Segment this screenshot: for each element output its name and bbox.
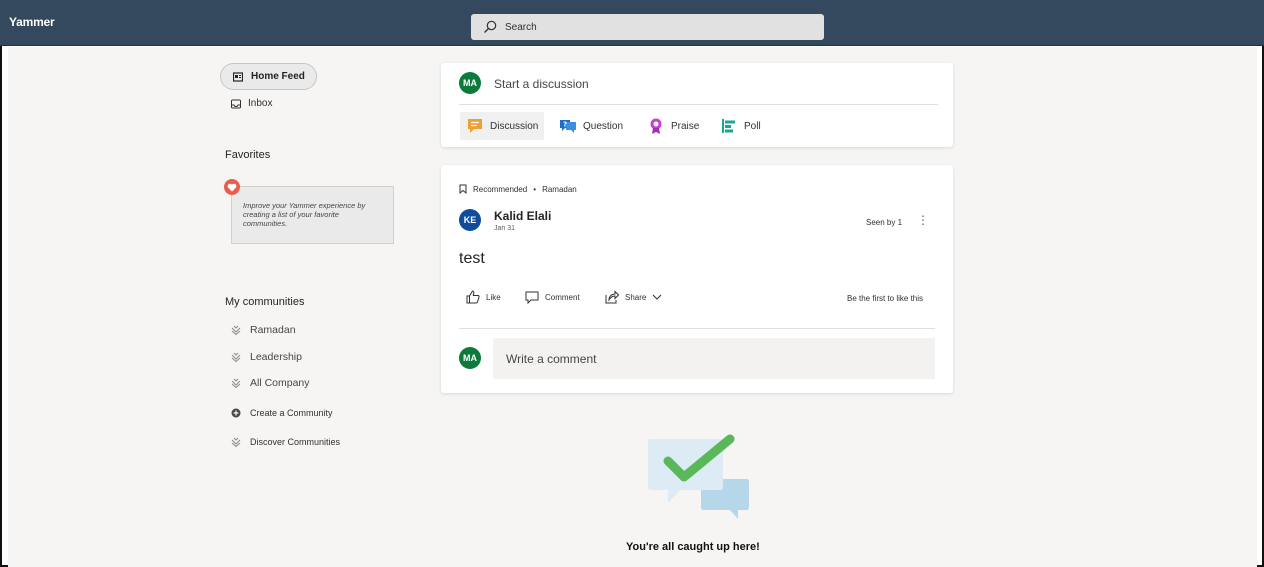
home-feed-label: Home Feed bbox=[251, 71, 305, 82]
poll-label: Poll bbox=[744, 120, 761, 132]
discussion-label: Discussion bbox=[490, 120, 539, 132]
community-icon bbox=[231, 378, 241, 388]
separator-dot: • bbox=[533, 184, 537, 194]
post-body: test bbox=[459, 250, 485, 267]
discover-communities-link[interactable]: Discover Communities bbox=[231, 437, 340, 447]
thumbs-up-icon bbox=[466, 290, 480, 304]
create-community-link[interactable]: Create a Community bbox=[231, 408, 333, 418]
community-icon bbox=[231, 325, 241, 335]
discover-communities-label: Discover Communities bbox=[250, 437, 341, 447]
community-item-leadership[interactable]: Leadership bbox=[231, 351, 302, 363]
post-meta: Recommended • Ramadan bbox=[459, 184, 577, 194]
community-label: Ramadan bbox=[250, 324, 296, 336]
author-avatar[interactable]: KE bbox=[459, 209, 481, 231]
community-icon bbox=[231, 437, 241, 447]
favorites-heading: Favorites bbox=[225, 149, 271, 161]
post-date[interactable]: Jan 31 bbox=[494, 225, 515, 232]
recommended-label: Recommended bbox=[473, 184, 528, 194]
comment-label: Comment bbox=[545, 292, 580, 302]
community-label: Leadership bbox=[250, 351, 302, 363]
inbox-label: Inbox bbox=[248, 98, 273, 109]
heart-icon bbox=[224, 179, 240, 195]
share-icon bbox=[605, 290, 619, 304]
divider bbox=[459, 328, 935, 329]
my-communities-heading: My communities bbox=[225, 296, 305, 308]
community-label: All Company bbox=[250, 377, 310, 389]
favorites-hint: Improve your Yammer experience by creati… bbox=[243, 201, 366, 228]
inbox-icon bbox=[231, 99, 241, 108]
write-comment-input[interactable]: Write a comment bbox=[493, 338, 935, 379]
svg-text:?: ? bbox=[563, 121, 567, 129]
community-item-all-company[interactable]: All Company bbox=[231, 377, 310, 389]
like-label: Like bbox=[486, 292, 501, 302]
praise-label: Praise bbox=[671, 120, 700, 132]
question-label: Question bbox=[583, 120, 624, 132]
like-prompt: Be the first to like this bbox=[847, 294, 924, 303]
author-name[interactable]: Kalid Elali bbox=[494, 209, 551, 223]
top-bar: Yammer Search bbox=[0, 0, 1264, 46]
discussion-icon bbox=[468, 119, 482, 133]
inbox-link[interactable]: Inbox bbox=[231, 98, 272, 109]
app-title[interactable]: Yammer bbox=[9, 15, 55, 29]
discussion-type-button[interactable]: Discussion bbox=[460, 112, 545, 140]
search-placeholder: Search bbox=[505, 21, 537, 33]
comment-icon bbox=[525, 291, 539, 304]
seen-by-count[interactable]: Seen by 1 bbox=[866, 218, 902, 227]
question-icon: ? bbox=[560, 120, 576, 133]
search-input[interactable]: Search bbox=[471, 14, 824, 40]
commenter-avatar[interactable]: MA bbox=[459, 347, 481, 369]
comment-placeholder: Write a comment bbox=[506, 351, 597, 366]
poll-type-button[interactable]: Poll bbox=[714, 112, 767, 140]
start-discussion-input[interactable]: Start a discussion bbox=[494, 77, 589, 91]
praise-icon bbox=[650, 118, 662, 134]
recommended-icon bbox=[459, 184, 467, 194]
home-feed-button[interactable]: Home Feed bbox=[220, 63, 317, 90]
post-community-link[interactable]: Ramadan bbox=[542, 185, 577, 194]
poll-icon bbox=[722, 119, 735, 133]
add-circle-icon bbox=[231, 408, 241, 418]
share-label: Share bbox=[625, 292, 647, 302]
share-button[interactable]: Share bbox=[605, 290, 662, 304]
avatar[interactable]: MA bbox=[459, 72, 481, 94]
home-feed-icon bbox=[233, 71, 243, 82]
like-button[interactable]: Like bbox=[466, 290, 501, 304]
search-icon bbox=[484, 20, 497, 33]
caught-up-illustration-icon bbox=[648, 434, 749, 519]
community-item-ramadan[interactable]: Ramadan bbox=[231, 324, 296, 336]
question-type-button[interactable]: ? Question bbox=[553, 112, 629, 140]
praise-type-button[interactable]: Praise bbox=[641, 112, 705, 140]
caught-up-message: You're all caught up here! bbox=[626, 541, 760, 553]
chevron-down-icon bbox=[653, 294, 662, 300]
comment-button[interactable]: Comment bbox=[525, 290, 580, 304]
create-community-label: Create a Community bbox=[250, 408, 333, 418]
community-icon bbox=[231, 352, 241, 362]
divider bbox=[459, 104, 938, 105]
more-options-icon[interactable]: ⋮ bbox=[917, 213, 930, 227]
